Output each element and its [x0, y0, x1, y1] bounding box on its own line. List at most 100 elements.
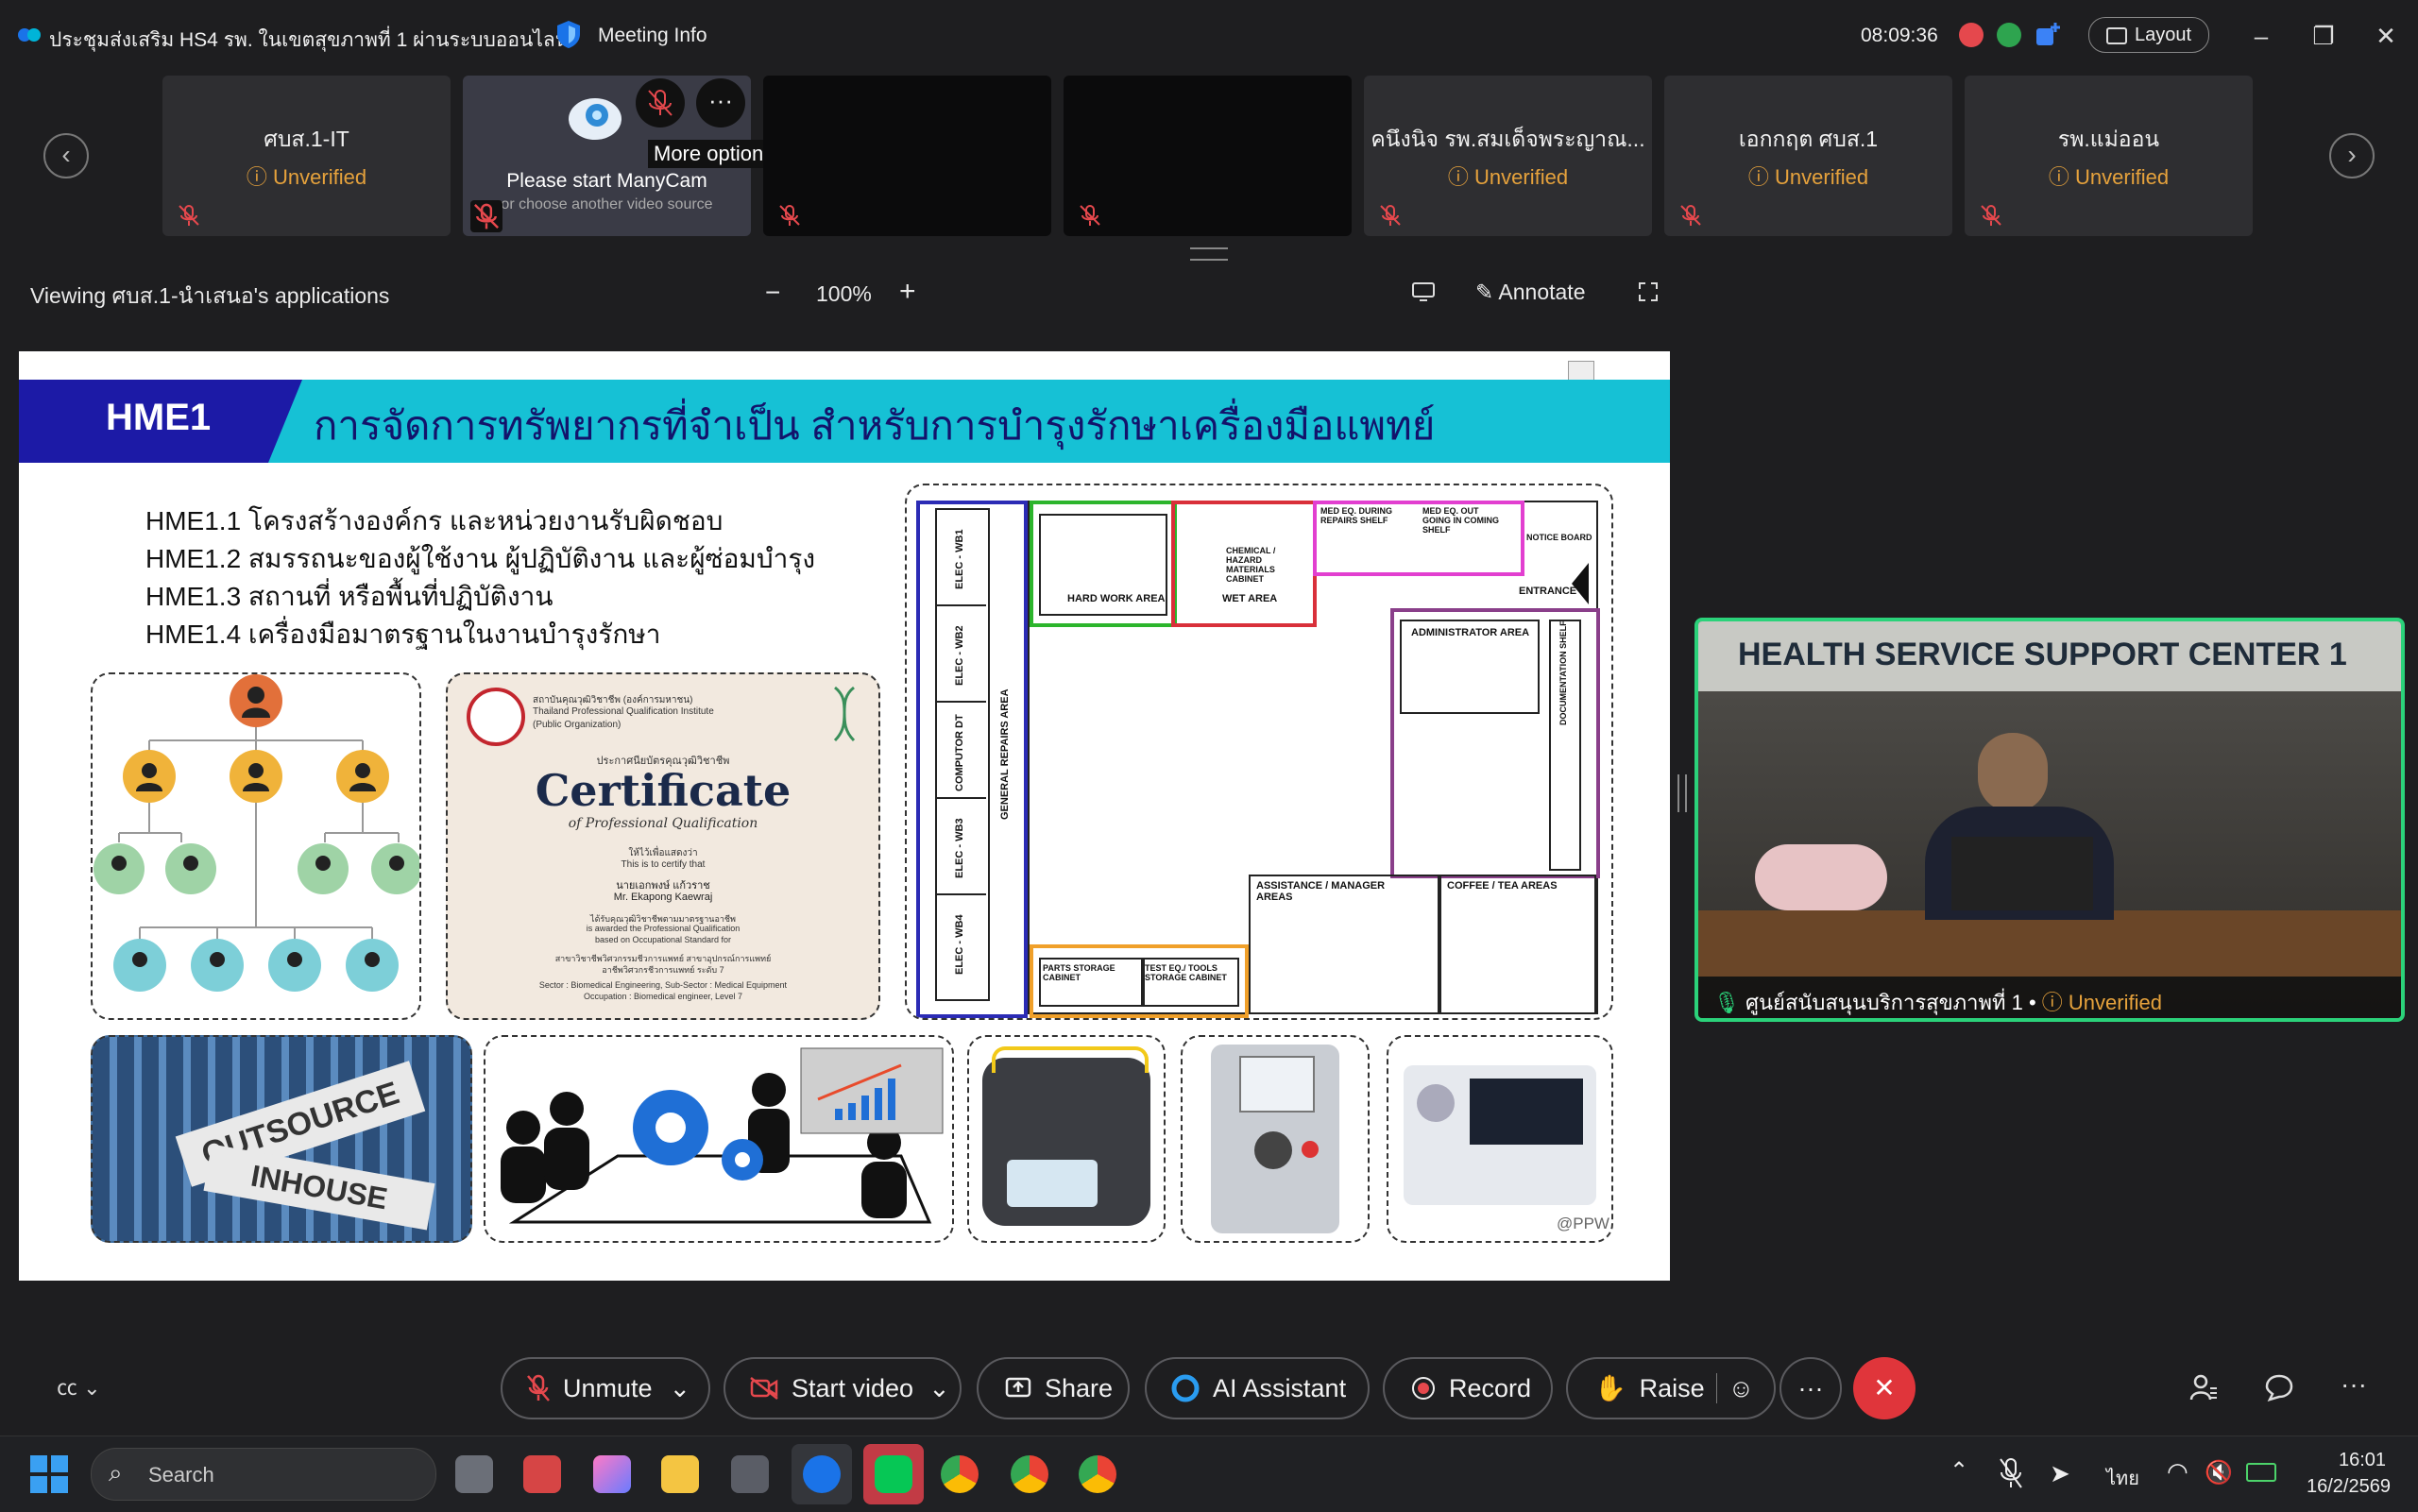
more-button[interactable]: ···	[1779, 1357, 1842, 1419]
participants-icon[interactable]	[2189, 1373, 2218, 1402]
analyzer-screen	[1007, 1160, 1098, 1207]
coffee-area	[1438, 875, 1596, 1014]
video-laptop	[1951, 837, 2093, 910]
parts-label: PARTS STORAGE CABINET	[1043, 963, 1115, 982]
unverified-badge: ⓘ Unverified	[1965, 161, 2253, 191]
apps-icon[interactable]	[2035, 21, 2061, 47]
copilot-icon[interactable]	[593, 1455, 631, 1493]
zoom-in-icon[interactable]: +	[899, 276, 916, 308]
ai-assistant-button[interactable]: AI Assistant	[1145, 1357, 1370, 1419]
share-screen-icon[interactable]	[1411, 281, 1436, 302]
chat-icon[interactable]	[2265, 1373, 2293, 1402]
volume-muted-icon[interactable]: 🔇	[2205, 1459, 2233, 1487]
training-illustration	[484, 1035, 954, 1243]
admin-label: ADMINISTRATOR AREA	[1411, 627, 1530, 638]
share-button[interactable]: Share	[977, 1357, 1130, 1419]
annotate-button[interactable]: ✎ Annotate	[1475, 280, 1586, 305]
muted-mic-icon	[527, 1374, 550, 1402]
webex-taskbar-button[interactable]	[792, 1444, 852, 1504]
input-language[interactable]: ไทย	[2106, 1463, 2139, 1493]
task-view-icon[interactable]	[455, 1455, 493, 1493]
more-panels-icon[interactable]: ···	[2341, 1369, 2367, 1400]
close-icon[interactable]: ✕	[2367, 17, 2405, 55]
participant-tile[interactable]: เอกกฤต ศบส.1 ⓘ Unverified	[1664, 76, 1952, 236]
cert-certify-en: This is to certify that	[621, 859, 706, 870]
muted-mic-icon	[1981, 205, 2001, 226]
bench-label: ELEC - WB3	[954, 818, 965, 878]
record-button[interactable]: Record	[1383, 1357, 1553, 1419]
tile-mute-button[interactable]	[636, 78, 685, 127]
wifi-icon[interactable]: ◠	[2167, 1457, 2188, 1487]
taskbar-date[interactable]: 16/2/2569	[2307, 1476, 2391, 1498]
documentation-label: DOCUMENTATION SHELF	[1558, 620, 1568, 725]
taskbar-time[interactable]: 16:01	[2339, 1450, 2386, 1471]
share-label: Share	[1045, 1373, 1114, 1402]
captions-button[interactable]: ㏄ ⌄	[57, 1371, 101, 1402]
participant-tile[interactable]	[1064, 76, 1352, 236]
end-call-button[interactable]: ✕	[1853, 1357, 1916, 1419]
bench-divider	[935, 893, 986, 895]
chrome-icon[interactable]	[1079, 1455, 1116, 1493]
tile-more-options-button[interactable]: ···	[696, 78, 745, 127]
cert-institute-org: (Public Organization)	[533, 720, 622, 730]
raise-hand-button[interactable]: ✋ Raise ☺	[1566, 1357, 1776, 1419]
chrome-icon[interactable]	[1011, 1455, 1048, 1493]
tpqi-seal-icon	[467, 688, 525, 746]
calculator-icon[interactable]	[731, 1455, 769, 1493]
participant-tile[interactable]: คนึงนิจ รพ.สมเด็จพระญาณ... ⓘ Unverified	[1364, 76, 1652, 236]
test-eq-label: TEST EQ./ TOOLS STORAGE CABINET	[1145, 963, 1227, 982]
unmute-button[interactable]: Unmute ⌄	[501, 1357, 710, 1419]
network-status-icon[interactable]	[1997, 23, 2021, 47]
viewing-label: Viewing ศบส.1-นำเสนอ's applications	[30, 283, 390, 308]
participant-tile[interactable]	[763, 76, 1051, 236]
strip-resize-handle[interactable]	[1190, 247, 1228, 261]
hme-item: HME1.1 โครงสร้างองค์กร และหน่วยงานรับผิด…	[145, 506, 724, 535]
strip-prev-button[interactable]: ‹	[43, 133, 89, 178]
snipping-tool-icon[interactable]	[523, 1455, 561, 1493]
chevron-down-icon: ⌄	[669, 1373, 691, 1402]
shared-slide: HME1 การจัดการทรัพยากรที่จำเป็น สำหรับกา…	[19, 351, 1670, 1281]
strip-next-button[interactable]: ›	[2329, 133, 2375, 178]
file-explorer-icon[interactable]	[661, 1455, 699, 1493]
chevron-up-icon[interactable]: ⌃	[1950, 1457, 1968, 1485]
coffee-label: COFFEE / TEA AREAS	[1447, 880, 1558, 892]
ai-assistant-label: AI Assistant	[1213, 1373, 1347, 1402]
restore-icon[interactable]: ❐	[2305, 17, 2342, 55]
recording-status-icon[interactable]	[1959, 23, 1984, 47]
bench-label: ELEC - WB4	[954, 914, 965, 975]
cert-institute-th: สถาบันคุณวุฒิวิชาชีพ (องค์การมหาชน)	[533, 695, 693, 705]
zoom-out-icon[interactable]: −	[765, 278, 780, 308]
location-icon[interactable]: ➤	[2050, 1459, 2070, 1488]
mic-muted-tray-icon[interactable]	[1999, 1457, 2023, 1489]
muted-mic-icon	[1380, 205, 1401, 226]
panel-resize-handle[interactable]	[1677, 774, 1687, 812]
hme-item: HME1.3 สถานที่ หรือพื้นที่ปฏิบัติงาน	[145, 582, 553, 611]
participant-tile[interactable]: รพ.แม่ออน ⓘ Unverified	[1965, 76, 2253, 236]
taskbar-search[interactable]: ⌕ Search	[91, 1448, 436, 1501]
participant-tile[interactable]: ศบส.1-IT ⓘ Unverified	[162, 76, 451, 236]
battery-icon[interactable]	[2246, 1463, 2276, 1482]
video-desk	[1698, 910, 2401, 977]
floor-plan-image: ELEC - WB1 ELEC - WB2 COMPUTOR DT ELEC -…	[905, 484, 1613, 1020]
speaker-name: ศูนย์สนับสนุนบริการสุขภาพที่ 1	[1745, 991, 2023, 1014]
shield-icon[interactable]	[555, 19, 582, 49]
simulator-image: @PPW	[1387, 1035, 1613, 1243]
chevron-left-icon: ‹	[61, 140, 71, 169]
windows-start-icon[interactable]	[30, 1455, 68, 1493]
cert-heading: Certificate	[535, 765, 792, 816]
start-video-button[interactable]: Start video ⌄	[724, 1357, 962, 1419]
active-speaker-video[interactable]: HEALTH SERVICE SUPPORT CENTER 1 🎙 ศูนย์ส…	[1694, 618, 2405, 1022]
muted-mic-icon	[779, 205, 800, 226]
chrome-icon[interactable]	[941, 1455, 979, 1493]
bench-divider	[935, 701, 986, 703]
cert-line: based on Occupational Standard for	[594, 935, 732, 944]
reaction-icon[interactable]: ☺	[1728, 1374, 1755, 1403]
line-taskbar-button[interactable]	[863, 1444, 924, 1504]
search-icon: ⌕	[109, 1458, 123, 1487]
cert-line: อาชีพวิศวกรชีวการแพทย์ ระดับ 7	[602, 965, 724, 975]
minimize-icon[interactable]: –	[2242, 17, 2280, 55]
fullscreen-icon[interactable]	[1638, 281, 1659, 302]
layout-button[interactable]: Layout	[2088, 17, 2210, 53]
meeting-info-button[interactable]: Meeting Info	[598, 25, 707, 47]
warning-icon: ⓘ	[2041, 991, 2069, 1014]
